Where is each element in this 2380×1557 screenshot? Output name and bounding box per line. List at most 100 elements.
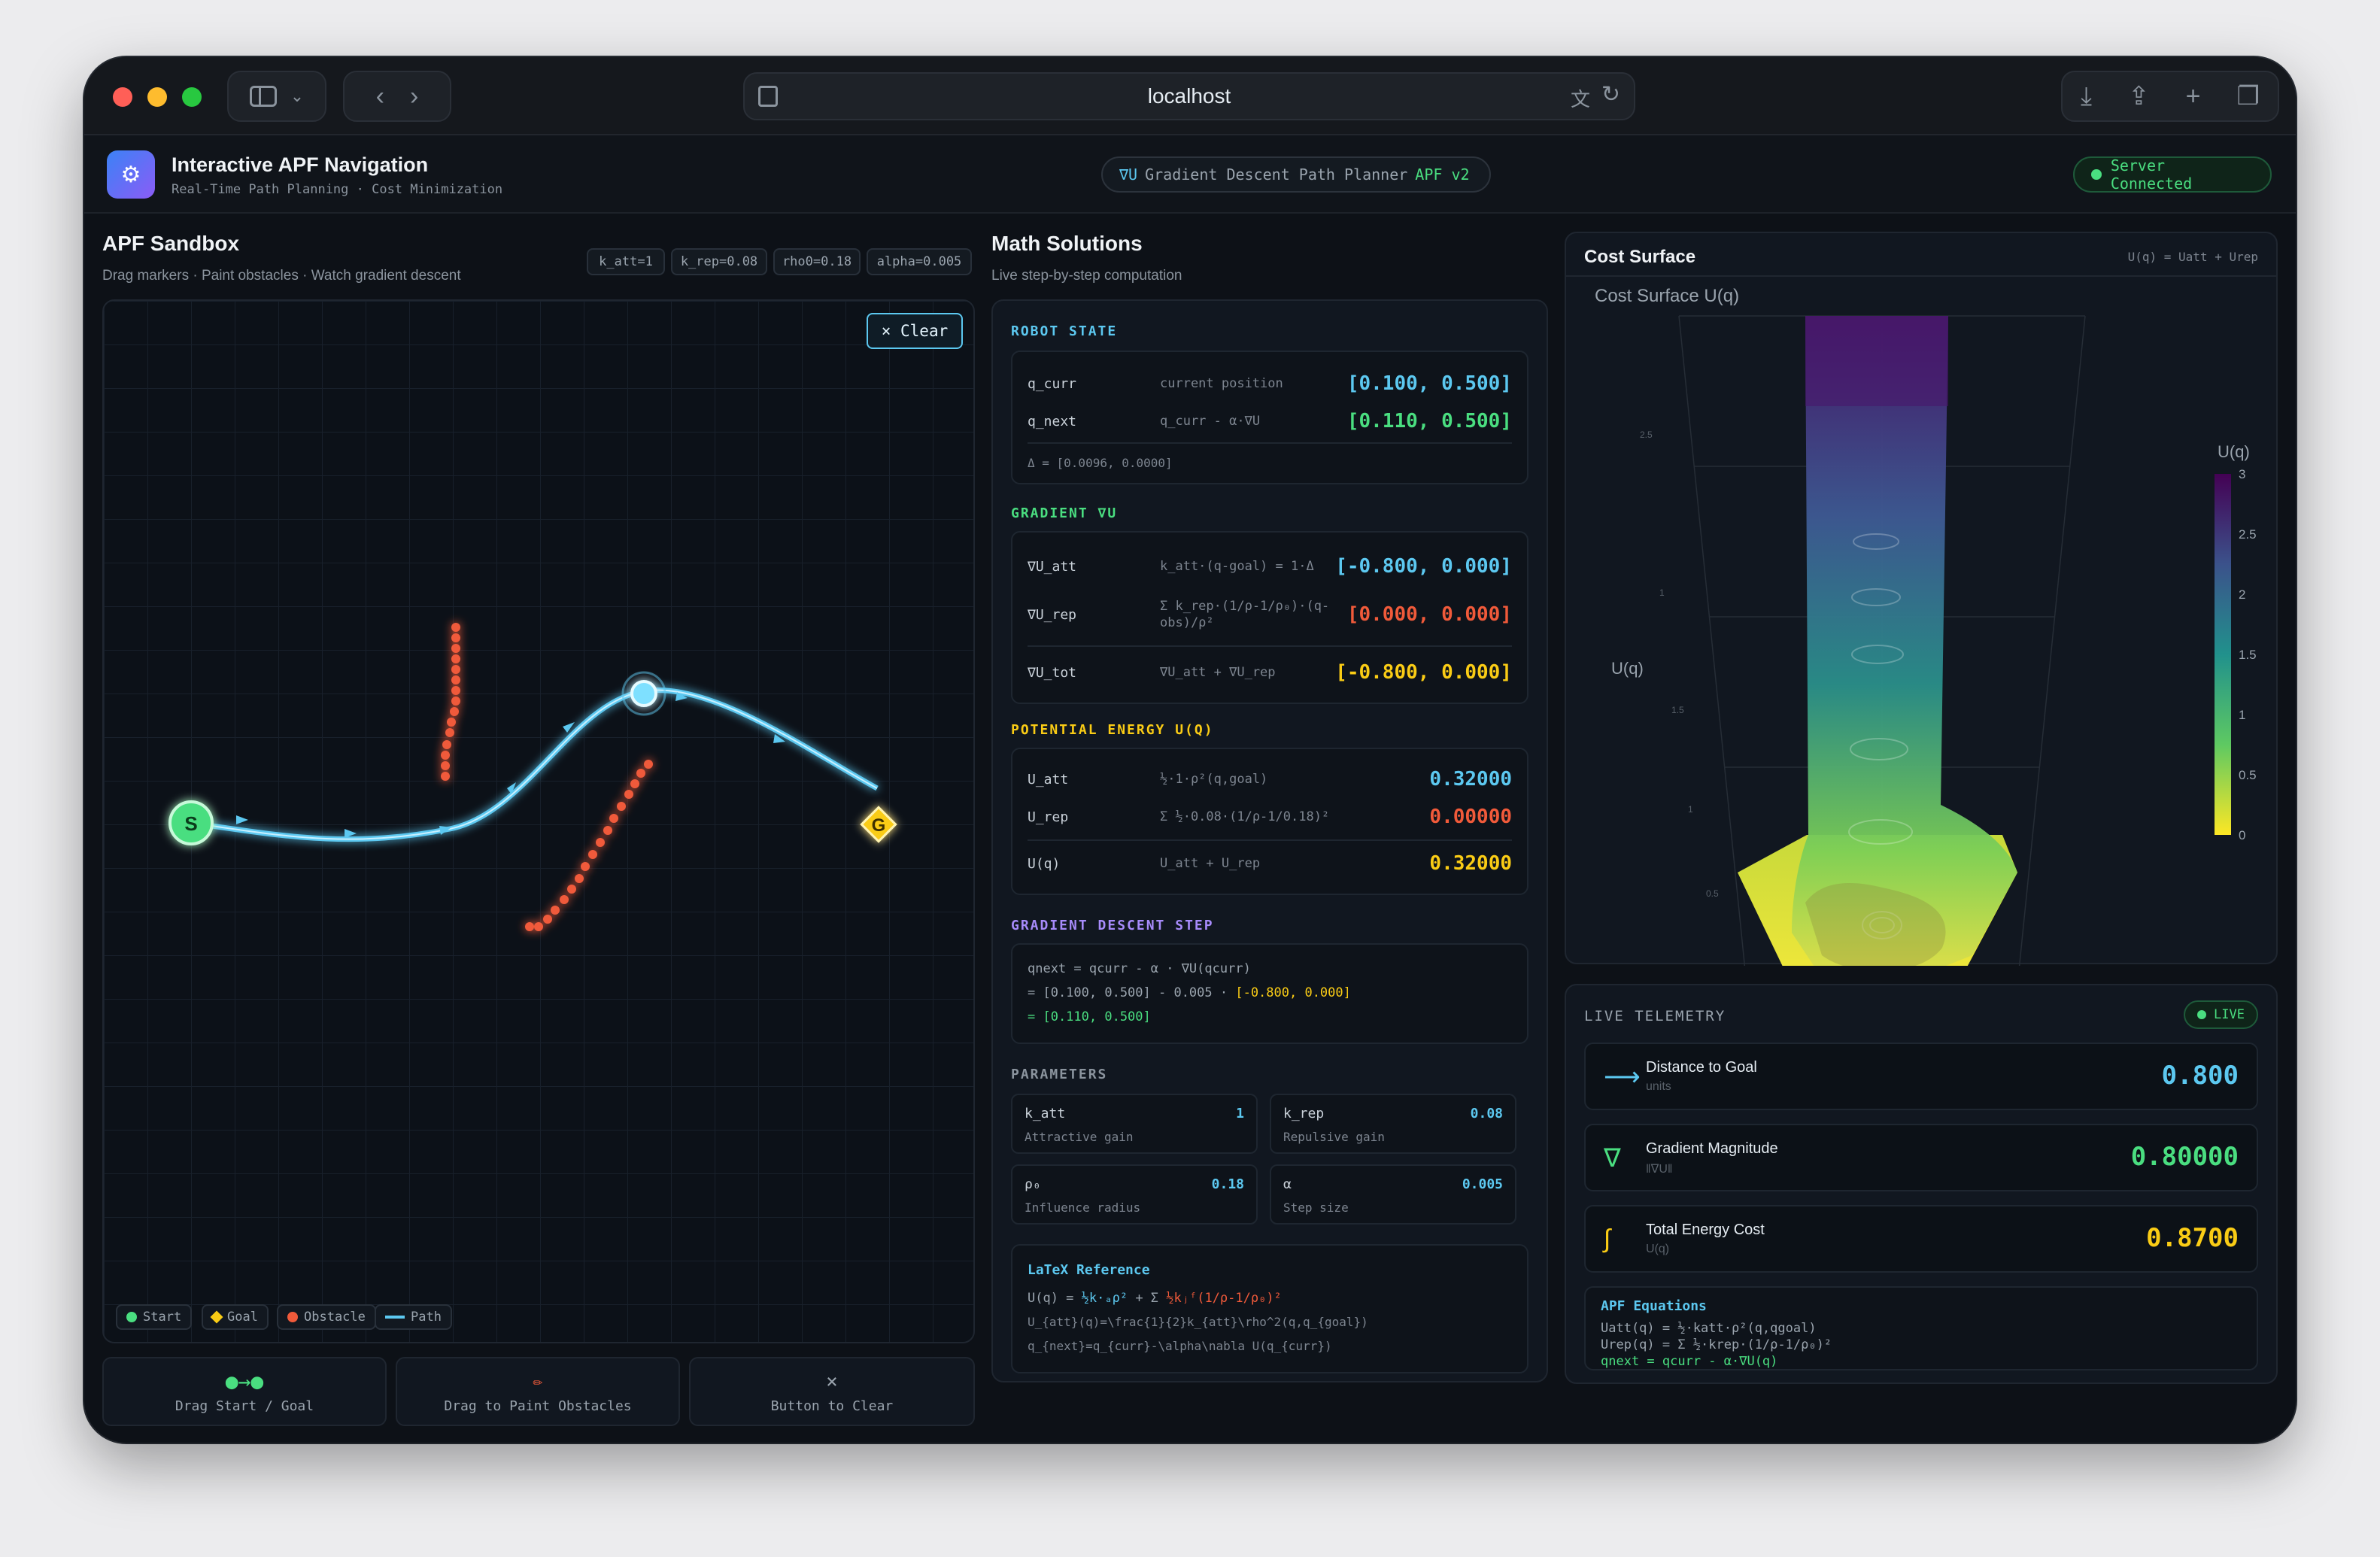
math-panel: ROBOT STATE q_curr current position [0.100… (991, 299, 1548, 1382)
robot-state-label: ROBOT STATE (1011, 323, 1118, 339)
colorbar-tick: 0 (2239, 828, 2245, 842)
grad-att-value: [-0.800, 0.000] (1335, 555, 1512, 578)
obstacle-point[interactable] (525, 922, 534, 931)
gradient-card: ∇U_att k_att·(q-goal) = 1·Δ [-0.800, 0.000… (1011, 531, 1528, 704)
clear-hint-button[interactable]: × Button to Clear (689, 1357, 975, 1426)
forward-icon[interactable]: › (410, 82, 418, 111)
obstacle-point[interactable] (451, 644, 460, 653)
obstacle-point[interactable] (442, 740, 451, 749)
obstacle-point[interactable] (617, 802, 626, 811)
legend-goal-label: Goal (227, 1310, 258, 1325)
current-position-marker[interactable] (630, 680, 657, 707)
obstacle-point[interactable] (575, 874, 584, 883)
back-icon[interactable]: ‹ (376, 82, 384, 111)
path-legend-icon (385, 1316, 405, 1319)
q-curr-value: [0.100, 0.500] (1346, 372, 1512, 395)
grad-rep-desc: Σ k_rep·(1/ρ-1/ρ₀)·(q-obs)/ρ² (1160, 599, 1330, 630)
cost-surface-plot[interactable]: 2.5 1 1.5 1 0.5 0 0 U(q) U(q) 3 2.5 2 1.… (1566, 233, 2279, 966)
obstacle-point[interactable] (603, 826, 612, 835)
obstacle-point[interactable] (543, 915, 552, 924)
q-next-row: q_next q_curr - α·∇U [0.110, 0.500] (1028, 405, 1512, 438)
obstacle-point[interactable] (581, 862, 590, 871)
share-icon[interactable]: ⇪ (2128, 81, 2150, 111)
parameters-label: PARAMETERS (1011, 1067, 1108, 1082)
download-icon[interactable]: ⤓ (2081, 82, 2092, 111)
obstacle-point[interactable] (441, 772, 450, 781)
grad-att-desc: k_att·(q-goal) = 1·Δ (1160, 559, 1314, 574)
obstacle-point[interactable] (451, 665, 460, 674)
obstacle-point[interactable] (451, 686, 460, 695)
equation-3: qnext = qcurr - α·∇U(q) (1601, 1354, 1778, 1369)
obstacle-point[interactable] (630, 779, 639, 788)
sidebar-icon (249, 86, 277, 107)
colorbar-tick: 3 (2239, 467, 2245, 481)
paint-obstacles-button[interactable]: ✏ Drag to Paint Obstacles (396, 1357, 680, 1426)
obstacle-point[interactable] (567, 885, 576, 894)
obstacle-point[interactable] (560, 895, 569, 904)
obstacle-point[interactable] (441, 751, 450, 760)
grad-tot-value: [-0.800, 0.000] (1335, 661, 1512, 684)
obstacle-point[interactable] (451, 633, 460, 642)
latex-card: LaTeX Reference U(q) = ½k·ₐρ² + Σ ½kⱼᶠ(1… (1011, 1244, 1528, 1373)
descent-line-1: qnext = qcurr - α · ∇U(qcurr) (1028, 961, 1251, 976)
start-legend-icon (126, 1312, 137, 1322)
drag-start-goal-button[interactable]: ●→● Drag Start / Goal (102, 1357, 387, 1426)
gradient-magnitude-value: 0.80000 (2130, 1142, 2239, 1172)
chip-alpha: alpha=0.005 (867, 248, 972, 275)
new-tab-icon[interactable]: + (2186, 82, 2201, 111)
close-window-button[interactable] (113, 87, 132, 107)
obstacle-point[interactable] (596, 838, 605, 847)
obstacle-point[interactable] (588, 850, 597, 859)
obstacle-point[interactable] (451, 675, 460, 684)
grid-background (104, 301, 973, 1342)
obstacle-point[interactable] (451, 697, 460, 706)
apf-equations-card: APF Equations Uatt(q) = ½·katt·ρ²(q,qgoa… (1584, 1286, 2258, 1370)
clear-button[interactable]: × Clear (867, 313, 963, 349)
delta-text: Δ = [0.0096, 0.0000] (1028, 456, 1173, 470)
obstacle-point[interactable] (445, 728, 454, 737)
paint-obstacles-label: Drag to Paint Obstacles (444, 1398, 632, 1414)
sidebar-toggle-button[interactable]: ⌄ (227, 71, 326, 122)
gear-icon: ⚙ (107, 150, 155, 199)
obstacle-point[interactable] (441, 761, 450, 770)
obstacle-point[interactable] (636, 769, 645, 778)
obstacle-point[interactable] (447, 718, 456, 727)
sandbox-canvas[interactable]: S G × Clear Start Goal Obstacle Path (102, 299, 975, 1343)
param-rho0-value: 0.18 (1211, 1176, 1244, 1192)
legend-obstacle-label: Obstacle (304, 1310, 366, 1325)
obstacle-point[interactable] (451, 623, 460, 632)
u-rep-key: U_rep (1028, 809, 1069, 825)
browser-toolbar: ⌄ ‹ › localhost 文 ↻ ⤓ ⇪ + ❐ (84, 57, 2296, 135)
obstacle-point[interactable] (451, 654, 460, 663)
reload-icon[interactable]: ↻ (1601, 81, 1620, 108)
obstacle-point[interactable] (534, 922, 543, 931)
url-text: localhost (1147, 84, 1231, 108)
latex-l1b: ½k·ₐρ² (1081, 1291, 1128, 1306)
start-marker-label: S (184, 812, 197, 835)
equation-2: Urep(q) = Σ ½·krep·(1/ρ-1/ρ₀)² (1601, 1337, 1832, 1352)
obstacle-point[interactable] (450, 707, 459, 716)
colorbar-tick: 1.5 (2239, 648, 2257, 662)
telemetry-label: LIVE TELEMETRY (1584, 1008, 1726, 1024)
telemetry-panel: LIVE TELEMETRY LIVE ⟶ Distance to Goal u… (1565, 984, 2278, 1384)
param-alpha-value: 0.005 (1462, 1176, 1503, 1192)
gradient-magnitude-card: ∇ Gradient Magnitude ‖∇U‖ 0.80000 (1584, 1124, 2258, 1191)
minimize-window-button[interactable] (147, 87, 167, 107)
address-bar[interactable]: localhost 文 ↻ (743, 72, 1635, 120)
tabs-overview-icon[interactable]: ❐ (2237, 81, 2260, 111)
obstacle-point[interactable] (609, 814, 618, 823)
grad-rep-value: [0.000, 0.000] (1346, 603, 1512, 626)
page-icon (758, 86, 778, 107)
obstacle-point[interactable] (551, 906, 560, 915)
total-energy-value: 0.8700 (2146, 1223, 2239, 1253)
browser-actions: ⤓ ⇪ + ❐ (2061, 71, 2279, 122)
equations-title: APF Equations (1601, 1298, 1707, 1314)
obstacle-point[interactable] (624, 790, 633, 799)
maximize-window-button[interactable] (182, 87, 202, 107)
grad-att-row: ∇U_att k_att·(q-goal) = 1·Δ [-0.800, 0.000… (1028, 546, 1512, 587)
colorbar (2215, 474, 2231, 835)
colorbar-tick: 2 (2239, 587, 2245, 602)
obstacle-point[interactable] (644, 760, 653, 769)
grad-att-key: ∇U_att (1028, 558, 1077, 575)
translate-icon[interactable]: 文 (1571, 84, 1590, 112)
